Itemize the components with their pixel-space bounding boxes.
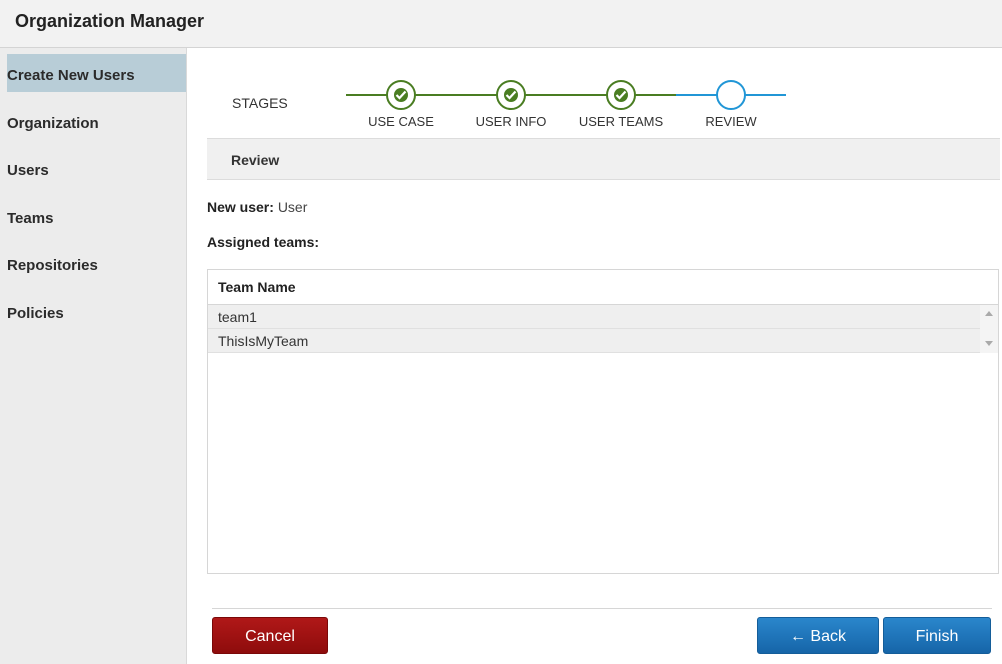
sidebar-item-organization[interactable]: Organization [7, 102, 186, 140]
assigned-teams-label: Assigned teams: [207, 234, 320, 250]
sidebar-item-label: Policies [7, 305, 64, 322]
main-content: STAGES USE CASE USER INFO USER TEAMS REV… [188, 48, 1002, 664]
table-cell-team-name: ThisIsMyTeam [218, 333, 309, 349]
assigned-teams-table: Team Name team1 ThisIsMyTeam [207, 269, 999, 574]
table-scrollbar[interactable] [980, 305, 998, 353]
step-user-info-circle [496, 80, 526, 110]
back-button[interactable]: ← Back [757, 617, 879, 654]
cancel-button[interactable]: Cancel [212, 617, 328, 654]
sidebar: Create New Users Organization Users Team… [0, 48, 187, 664]
column-header-team-name[interactable]: Team Name [218, 279, 296, 295]
sidebar-item-label: Organization [7, 115, 99, 132]
scroll-down-arrow-icon[interactable] [985, 341, 993, 346]
sidebar-item-repositories[interactable]: Repositories [7, 244, 186, 282]
step-label-user-info: USER INFO [475, 114, 547, 129]
section-title: Review [231, 152, 280, 168]
sidebar-item-teams[interactable]: Teams [7, 197, 186, 235]
table-cell-team-name: team1 [218, 309, 257, 325]
step-user-teams-circle [606, 80, 636, 110]
sidebar-item-policies[interactable]: Policies [7, 292, 186, 330]
sidebar-item-label: Teams [7, 210, 54, 227]
step-label-user-teams: USER TEAMS [578, 114, 664, 129]
table-header: Team Name [208, 270, 998, 305]
step-use-case-circle [386, 80, 416, 110]
footer-divider [212, 608, 992, 609]
sidebar-item-users[interactable]: Users [7, 149, 186, 187]
app-header: Organization Manager [0, 0, 1002, 48]
assigned-teams-row: Assigned teams: [207, 234, 319, 250]
stages-label: STAGES [232, 95, 288, 111]
step-label-review: REVIEW [705, 114, 757, 129]
stage-stepper: USE CASE USER INFO USER TEAMS REVIEW [346, 78, 786, 138]
app-title: Organization Manager [15, 11, 205, 31]
table-row[interactable]: team1 [208, 305, 980, 329]
new-user-value: User [277, 199, 308, 215]
sidebar-item-label: Create New Users [7, 67, 135, 84]
sidebar-item-create-new-users[interactable]: Create New Users [7, 54, 186, 92]
step-label-use-case: USE CASE [368, 114, 434, 129]
review-section-header: Review [207, 138, 1000, 180]
sidebar-item-label: Repositories [7, 257, 98, 274]
table-row[interactable]: ThisIsMyTeam [208, 329, 980, 353]
finish-button[interactable]: Finish [883, 617, 991, 654]
new-user-label: New user: [207, 199, 274, 215]
step-review-circle [716, 80, 746, 110]
new-user-row: New user: User [207, 199, 307, 215]
sidebar-item-label: Users [7, 162, 49, 179]
scroll-up-arrow-icon[interactable] [985, 311, 993, 316]
